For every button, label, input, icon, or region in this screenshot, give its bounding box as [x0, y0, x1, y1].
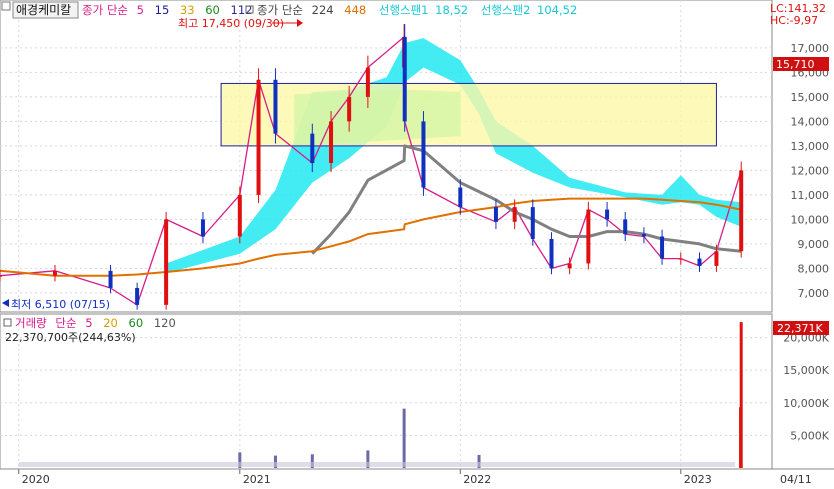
ma2-legend: 종가 단순 224 448 선행스팬1 18,52 선행스팬2 104,52	[257, 3, 577, 17]
span2-value: 104,52	[537, 3, 577, 17]
high-annotation: 최고 17,450 (09/30)	[178, 17, 284, 30]
candle-body	[623, 219, 628, 235]
x-tick-label: 2021	[243, 473, 271, 486]
price-y-tick-label: 14,000	[791, 115, 830, 128]
span1-label: 선행스팬1	[379, 3, 429, 17]
ma-period-15: 15	[155, 3, 170, 17]
span1-value: 18,52	[435, 3, 468, 17]
candle-body	[135, 287, 140, 305]
x-tick-label: 2020	[22, 473, 50, 486]
price-y-tick-label: 11,000	[791, 189, 830, 202]
candle-body	[530, 207, 535, 239]
ma-period-60: 60	[205, 3, 220, 17]
volume-bar	[739, 322, 743, 468]
volume-y-tick-label: 15,000K	[783, 364, 829, 377]
volume-baseline-strip	[18, 462, 736, 467]
highlight-box	[220, 82, 717, 147]
price-y-tick-label: 12,000	[791, 164, 830, 177]
candle-body	[108, 270, 113, 288]
vol-period-120: 120	[154, 316, 176, 330]
volume-bar	[402, 408, 406, 468]
price-panel	[0, 0, 773, 313]
volume-y-tick-label: 10,000K	[783, 397, 829, 410]
x-tick-label: 04/11	[780, 473, 812, 486]
volume-y-tick-label: 5,000K	[790, 429, 829, 442]
candle-body	[310, 133, 315, 164]
candle-body	[256, 79, 261, 195]
candle-body	[365, 67, 370, 97]
stock-name: 애경케미칼	[16, 3, 71, 17]
candle-body	[347, 96, 352, 122]
x-tick-label: 2022	[463, 473, 491, 486]
price-y-tick-label: 13,000	[791, 140, 830, 153]
low-annotation: 최저 6,510 (07/15)	[11, 298, 110, 311]
candle-body	[200, 219, 205, 237]
candle-body	[164, 219, 169, 305]
price-y-axis: 7,000 8,000 9,000 10,000 11,000 12,000 13,000 1…	[791, 42, 830, 300]
candle-body	[329, 121, 334, 164]
candle-body	[0, 275, 2, 277]
price-y-tick-label: 8,000	[798, 262, 830, 275]
vol-period-20: 20	[103, 316, 118, 330]
ma-prefix: 종가 단순	[82, 3, 128, 17]
candle-body	[458, 187, 463, 208]
ma2-period-448: 448	[344, 3, 366, 17]
candle-body	[237, 194, 242, 237]
vol-period-5: 5	[85, 316, 92, 330]
x-tick-label: 2023	[684, 473, 712, 486]
ma-period-5: 5	[137, 3, 144, 17]
ma2-prefix: 종가 단순	[257, 3, 303, 17]
candle-body	[493, 207, 498, 222]
x-axis: 2020 2021 2022 2023 04/11	[0, 468, 834, 486]
price-y-tick-label: 15,000	[791, 91, 830, 104]
stock-chart[interactable]: 7,000 8,000 9,000 10,000 11,000 12,000 13,000 1…	[0, 0, 834, 489]
price-y-tick-label: 10,000	[791, 213, 830, 226]
price-y-tick-label: 17,000	[791, 42, 830, 55]
candle-body	[421, 121, 426, 188]
price-y-tick-label: 7,000	[798, 287, 830, 300]
candle-body	[512, 207, 517, 222]
ma2-period-224: 224	[312, 3, 334, 17]
vol-period-60: 60	[129, 316, 144, 330]
volume-prefix: 단순	[55, 316, 76, 330]
candle-body	[273, 79, 278, 134]
price-y-tick-label: 9,000	[798, 238, 830, 251]
candle-body	[714, 251, 719, 266]
volume-title: 거래량	[15, 316, 47, 330]
volume-badge: 22,371K	[777, 322, 823, 335]
span2-label: 선행스팬2	[481, 3, 531, 17]
candle-body	[739, 170, 744, 252]
volume-y-axis: 5,000K10,000K15,000K20,000K	[783, 332, 829, 443]
ma-period-33: 33	[180, 3, 195, 17]
candle-body	[641, 234, 646, 237]
candle-body	[586, 209, 591, 264]
ma-period-112: 112	[231, 3, 253, 17]
candle-body	[402, 36, 407, 122]
candle-body	[549, 238, 554, 269]
candle-body	[605, 209, 610, 220]
candle-body	[697, 258, 702, 266]
candle-body	[567, 263, 572, 269]
candle-body	[52, 270, 57, 276]
candle-body	[678, 258, 683, 260]
price-badge: 15,710	[776, 58, 815, 71]
hc-readout: HC:-9,97	[770, 14, 818, 27]
candle-body	[660, 236, 665, 259]
volume-value: 22,370,700주(244,63%)	[5, 331, 136, 344]
